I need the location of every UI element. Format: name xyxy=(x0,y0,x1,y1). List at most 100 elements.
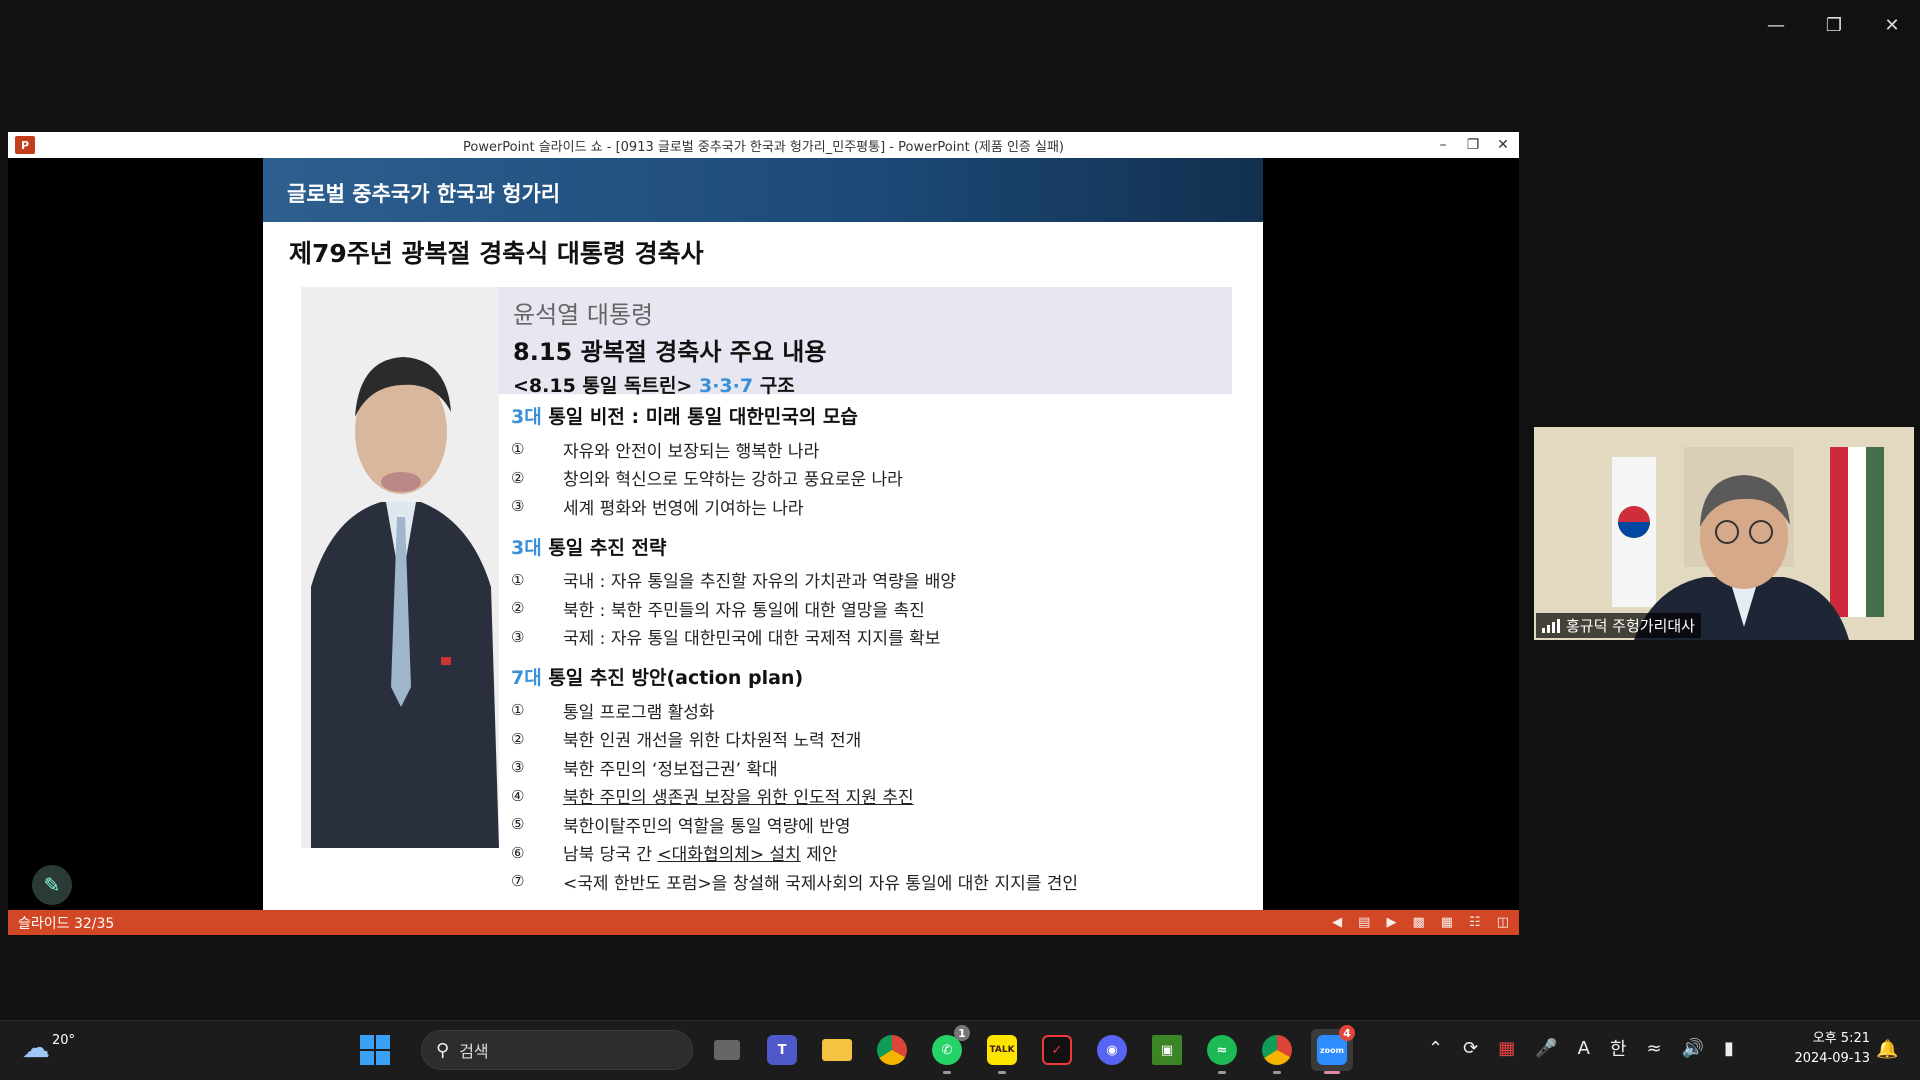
slideshow-stage: 글로벌 중추국가 한국과 헝가리 제79주년 광복절 경축식 대통령 경축사 윤… xyxy=(8,158,1519,910)
slide: 글로벌 중추국가 한국과 헝가리 제79주년 광복절 경축식 대통령 경축사 윤… xyxy=(263,158,1263,910)
slide-banner: 글로벌 중추국가 한국과 헝가리 xyxy=(263,158,1263,222)
normal-view-icon[interactable]: ▩ xyxy=(1412,915,1424,930)
section-title: 3대 통일 비전 : 미래 통일 대한민국의 모습 xyxy=(511,406,858,428)
clock-time: 오후 5:21 xyxy=(1812,1031,1870,1046)
slideshow-status-bar: 슬라이드 32/35 ◀ ▤ ▶ ▩ ▦ ☷ ◫ xyxy=(8,910,1519,935)
chrome-icon xyxy=(1262,1035,1292,1065)
ime-mode-han[interactable]: 한 xyxy=(1610,1035,1627,1061)
taskbar-apps: ⚲ 검색 T ✆ 1 TALK ✓ ◉ ▣ ≈ zoom 4 xyxy=(360,1025,1355,1074)
app-tray-icon[interactable]: ▦ xyxy=(1498,1038,1515,1059)
section-title: 3대 통일 추진 전략 xyxy=(511,536,667,559)
discord-button[interactable]: ◉ xyxy=(1091,1029,1133,1071)
section-title: 7대 통일 추진 방안(action plan) xyxy=(511,667,804,689)
speaker-name: 윤석열 대통령 xyxy=(513,301,654,329)
slideshow-controls: ◀ ▤ ▶ ▩ ▦ ☷ ◫ xyxy=(1332,915,1509,930)
list-item: ① 통일 프로그램 활성화 xyxy=(511,701,715,723)
participant-video-image xyxy=(1534,427,1914,640)
spotify-icon: ≈ xyxy=(1207,1035,1237,1065)
search-icon: ⚲ xyxy=(436,1039,450,1061)
section-vision: 3대 통일 비전 : 미래 통일 대한민국의 모습 ① 자유와 안전이 보장되는 … xyxy=(511,402,1241,521)
speaker-portrait-image xyxy=(301,287,499,848)
next-slide-icon[interactable]: ▶ xyxy=(1386,915,1396,930)
minecraft-button[interactable]: ▣ xyxy=(1146,1029,1188,1071)
wifi-icon[interactable]: ≈ xyxy=(1647,1038,1662,1059)
search-box[interactable]: ⚲ 검색 xyxy=(421,1030,693,1070)
vivaldi-icon: ✓ xyxy=(1042,1035,1072,1065)
sync-icon[interactable]: ⟳ xyxy=(1463,1038,1478,1059)
chrome-profile-button[interactable] xyxy=(1256,1029,1298,1074)
slide-menu-icon[interactable]: ▤ xyxy=(1358,915,1370,930)
close-icon[interactable]: ✕ xyxy=(1874,10,1910,40)
minimize-icon[interactable]: – xyxy=(1435,137,1451,153)
spotify-button[interactable]: ≈ xyxy=(1201,1029,1243,1074)
section-action-plan: 7대 통일 추진 방안(action plan) ① 통일 프로그램 활성화 ②북… xyxy=(511,663,1241,896)
reading-view-icon[interactable]: ☷ xyxy=(1469,915,1481,930)
participant-video[interactable]: 홍규덕 주헝가리대사 xyxy=(1534,427,1914,640)
clock-date: 2024-09-13 xyxy=(1794,1051,1870,1066)
slide-counter: 슬라이드 32/35 xyxy=(18,915,115,932)
discord-icon: ◉ xyxy=(1097,1035,1127,1065)
volume-icon[interactable]: 🔊 xyxy=(1682,1038,1704,1059)
file-explorer-button[interactable] xyxy=(816,1029,858,1071)
chevron-up-icon[interactable]: ⌃ xyxy=(1428,1038,1443,1059)
restore-icon[interactable]: ❐ xyxy=(1816,10,1852,40)
slide-content: 3대 통일 비전 : 미래 통일 대한민국의 모습 ① 자유와 안전이 보장되는 … xyxy=(511,402,1241,908)
start-button[interactable] xyxy=(360,1035,390,1065)
system-tray: ⌃ ⟳ ▦ 🎤 A 한 ≈ 🔊 ▮ xyxy=(1428,1035,1734,1061)
minimize-icon[interactable]: — xyxy=(1758,10,1794,40)
restore-icon[interactable]: ❐ xyxy=(1465,137,1481,153)
chrome-icon xyxy=(877,1035,907,1065)
section-strategy: 3대 통일 추진 전략 ① 국내 : 자유 통일을 추진할 자유의 가치관과 역량… xyxy=(511,533,1241,652)
summary-title: 8.15 광복절 경축사 주요 내용 xyxy=(513,338,827,366)
powerpoint-window-controls: – ❐ ✕ xyxy=(1435,132,1511,158)
kakaotalk-button[interactable]: TALK xyxy=(981,1029,1023,1074)
task-view-icon xyxy=(714,1040,740,1060)
slideshow-view-icon[interactable]: ◫ xyxy=(1497,915,1509,930)
notification-bell-icon[interactable]: 🔔 xyxy=(1876,1039,1898,1060)
close-icon[interactable]: ✕ xyxy=(1495,137,1511,153)
whatsapp-button[interactable]: ✆ 1 xyxy=(926,1025,970,1074)
teams-icon: T xyxy=(767,1035,797,1065)
ime-mode-a[interactable]: A xyxy=(1578,1038,1590,1059)
speech-summary-header: 윤석열 대통령 8.15 광복절 경축사 주요 내용 <8.15 통일 독트린>… xyxy=(499,287,1232,397)
zoom-button[interactable]: zoom 4 xyxy=(1311,1025,1355,1074)
taskbar: ☁ 20° ⚲ 검색 T ✆ 1 TALK ✓ ◉ ▣ ≈ zoom 4 ⌃ ⟳… xyxy=(0,1020,1920,1080)
list-item: ② 북한 인권 개선을 위한 다차원적 노력 전개 xyxy=(511,729,862,752)
list-item: ② 북한 : 북한 주민들의 자유 통일에 대한 열망을 촉진 xyxy=(511,599,925,621)
list-item: ① 자유와 안전이 보장되는 행복한 나라 xyxy=(511,440,820,462)
list-item: ① 국내 : 자유 통일을 추진할 자유의 가치관과 역량을 배양 xyxy=(511,570,957,593)
list-item: ⑥ 남북 당국 간 <대화협의체> 설치 제안 xyxy=(511,843,838,866)
chrome-button[interactable] xyxy=(871,1029,913,1071)
search-label: 검색 xyxy=(459,1042,489,1061)
microphone-icon[interactable]: 🎤 xyxy=(1535,1038,1557,1059)
participant-name-label: 홍규덕 주헝가리대사 xyxy=(1536,613,1701,638)
weather-temperature: 20° xyxy=(52,1033,76,1048)
list-item: ② 창의와 혁신으로 도약하는 강하고 풍요로운 나라 xyxy=(511,468,903,491)
powerpoint-title-bar: P PowerPoint 슬라이드 쇼 - [0913 글로벌 중추국가 한국과… xyxy=(8,132,1519,158)
list-item: ④ 북한 주민의 생존권 보장을 위한 인도적 지원 추진 xyxy=(511,786,914,809)
taskbar-clock[interactable]: 오후 5:21 2024-09-13 xyxy=(1780,1029,1870,1069)
weather-widget[interactable]: ☁ 20° xyxy=(22,1031,75,1064)
slide-heading: 제79주년 광복절 경축식 대통령 경축사 xyxy=(289,239,704,268)
zoom-window-controls: — ❐ ✕ xyxy=(1758,10,1910,40)
minecraft-icon: ▣ xyxy=(1152,1035,1182,1065)
vivaldi-button[interactable]: ✓ xyxy=(1036,1029,1078,1071)
cloud-icon: ☁ xyxy=(22,1031,50,1064)
list-item: ③ 국제 : 자유 통일 대한민국에 대한 국제적 지지를 확보 xyxy=(511,627,941,650)
list-item: ⑤ 북한이탈주민의 역할을 통일 역량에 반영 xyxy=(511,815,851,837)
folder-icon xyxy=(822,1039,852,1061)
desktop-screen: — ❐ ✕ P PowerPoint 슬라이드 쇼 - [0913 글로벌 중추… xyxy=(0,0,1920,1080)
notification-badge: 4 xyxy=(1339,1025,1355,1041)
slide-sorter-icon[interactable]: ▦ xyxy=(1441,915,1453,930)
previous-slide-icon[interactable]: ◀ xyxy=(1332,915,1342,930)
task-view-button[interactable] xyxy=(706,1029,748,1071)
signal-strength-icon xyxy=(1542,618,1560,633)
teams-button[interactable]: T xyxy=(761,1029,803,1071)
pen-tool-icon[interactable]: ✎ xyxy=(32,865,72,905)
powerpoint-window: P PowerPoint 슬라이드 쇼 - [0913 글로벌 중추국가 한국과… xyxy=(8,132,1519,935)
doctrine-structure: <8.15 통일 독트린> 3·3·7 구조 xyxy=(513,375,795,397)
battery-icon[interactable]: ▮ xyxy=(1724,1038,1734,1059)
powerpoint-window-title: PowerPoint 슬라이드 쇼 - [0913 글로벌 중추국가 한국과 헝… xyxy=(462,139,1065,155)
kakaotalk-icon: TALK xyxy=(987,1035,1017,1065)
list-item: ⑦ <국제 한반도 포럼>을 창설해 국제사회의 자유 통일에 대한 지지를 견인 xyxy=(511,872,1079,894)
